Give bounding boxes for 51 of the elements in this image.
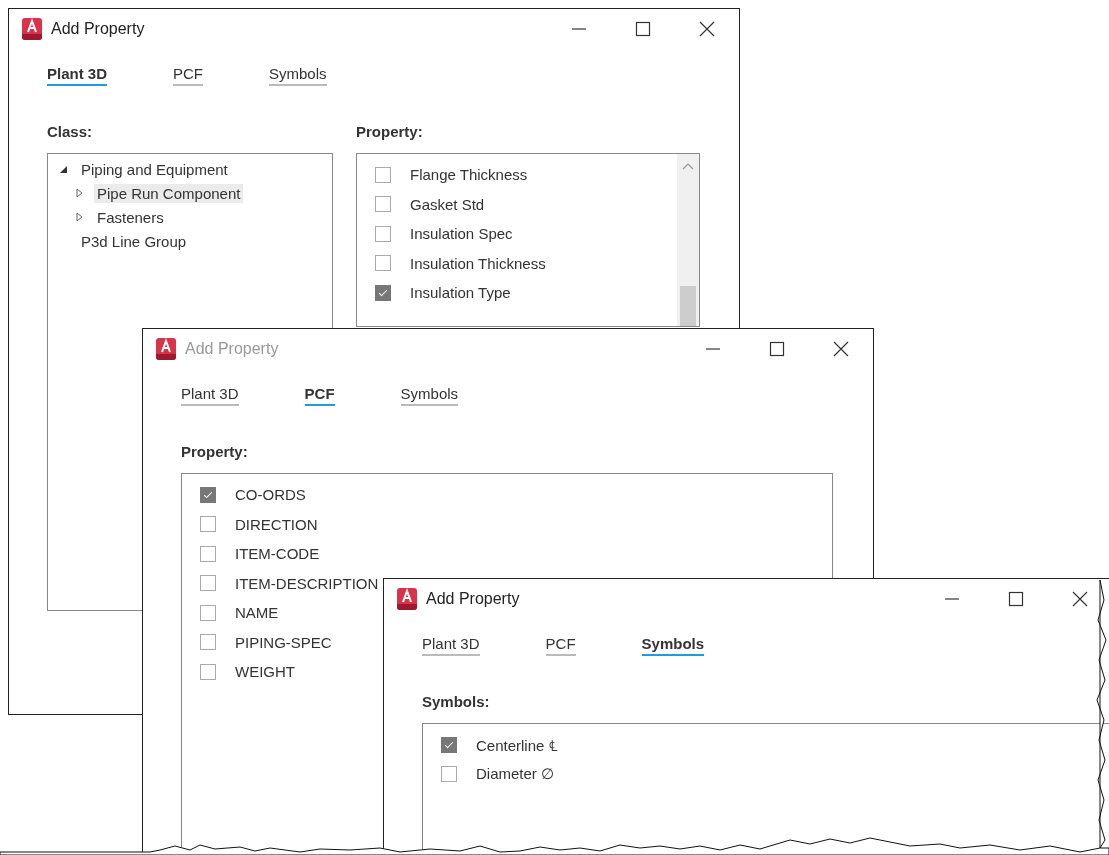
property-label: WEIGHT [235,663,295,681]
tab[interactable]: Plant 3D [422,635,480,656]
maximize-icon[interactable] [1008,591,1024,607]
expand-icon[interactable] [74,212,84,222]
property-label: Insulation Spec [410,225,513,243]
tab[interactable]: PCF [545,635,576,656]
tab[interactable]: PCF [173,65,203,86]
close-icon[interactable] [699,21,715,37]
close-icon[interactable] [1072,591,1088,607]
property-label: Centerline ℄ [476,735,558,755]
app-logo-icon [156,338,176,360]
section-label: Symbols: [422,693,490,710]
property-label: Diameter ∅ [476,765,555,784]
property-label: Insulation Thickness [410,254,546,272]
section-label: Property: [181,443,248,460]
tab[interactable]: Symbols [641,635,705,656]
checkbox[interactable] [441,766,457,783]
tree-item[interactable]: Piping and Equipment [78,159,231,179]
section-label: Property: [356,123,423,140]
tab[interactable]: Symbols [269,65,327,86]
tab[interactable]: Plant 3D [47,65,107,86]
checkbox[interactable] [375,284,391,301]
checkbox[interactable] [441,736,457,753]
app-logo-icon [22,18,42,40]
app-logo-icon [397,588,417,610]
window-title: Add Property [51,20,145,38]
checkbox[interactable] [375,196,391,213]
property-label: CO-ORDS [235,486,306,504]
property-label: Insulation Type [410,284,511,302]
tree-item[interactable]: Fasteners [94,207,167,227]
property-label: ITEM-DESCRIPTION [235,574,379,592]
scroll-thumb[interactable] [680,286,696,326]
property-label: ITEM-CODE [235,545,320,563]
scroll-up-icon[interactable] [682,162,694,170]
tree-item[interactable]: Pipe Run Component [94,183,244,203]
expanded-icon[interactable] [58,164,68,174]
window-title: Add Property [426,590,520,608]
property-label: Flange Thickness [410,166,528,184]
property-label: NAME [235,604,279,622]
scrollbar[interactable] [677,154,699,326]
property-label: PIPING-SPEC [235,633,332,651]
checkbox[interactable] [375,255,391,272]
maximize-icon[interactable] [635,21,651,37]
checkbox[interactable] [375,166,391,183]
tree-item[interactable]: P3d Line Group [78,231,190,251]
expand-icon[interactable] [74,188,84,198]
property-label: Gasket Std [410,195,485,213]
property-label: DIRECTION [235,515,318,533]
window-title: Add Property [185,340,279,358]
section-label: Class: [47,123,93,140]
checkbox[interactable] [375,225,391,242]
